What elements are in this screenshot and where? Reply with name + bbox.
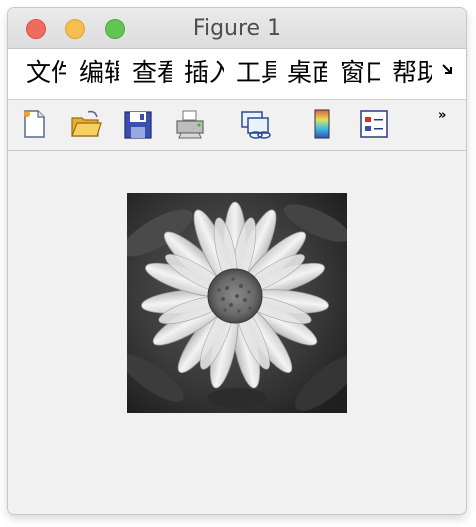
menu-window[interactable]: 窗口: [340, 57, 380, 89]
figure-window: Figure 1 文件 编辑 查看 插入 工具 桌面 窗口 帮助 »: [8, 8, 466, 514]
flower-image: [127, 193, 347, 413]
save-icon[interactable]: [120, 106, 156, 142]
menu-help[interactable]: 帮助: [392, 57, 432, 89]
figure-toolbar: »: [8, 100, 466, 151]
menu-desktop[interactable]: 桌面: [287, 57, 327, 89]
legend-icon[interactable]: [356, 106, 392, 142]
link-plot-icon[interactable]: [238, 106, 274, 142]
window-title: Figure 1: [192, 16, 282, 41]
menu-tools[interactable]: 工具: [236, 57, 276, 89]
title-bar: Figure 1: [8, 8, 466, 49]
print-icon[interactable]: [172, 106, 208, 142]
new-figure-icon[interactable]: [16, 106, 52, 142]
colorbar-icon[interactable]: [304, 106, 340, 142]
menu-insert[interactable]: 插入: [184, 57, 224, 89]
menu-overflow-arrow-icon[interactable]: [440, 61, 456, 81]
menu-view[interactable]: 查看: [132, 57, 172, 89]
image-axes: [127, 193, 347, 413]
menu-file[interactable]: 文件: [26, 57, 66, 89]
menu-bar: 文件 编辑 查看 插入 工具 桌面 窗口 帮助: [8, 49, 466, 100]
open-file-icon[interactable]: [68, 106, 104, 142]
toolbar-overflow-button[interactable]: »: [438, 108, 446, 123]
menu-edit[interactable]: 编辑: [79, 57, 119, 89]
